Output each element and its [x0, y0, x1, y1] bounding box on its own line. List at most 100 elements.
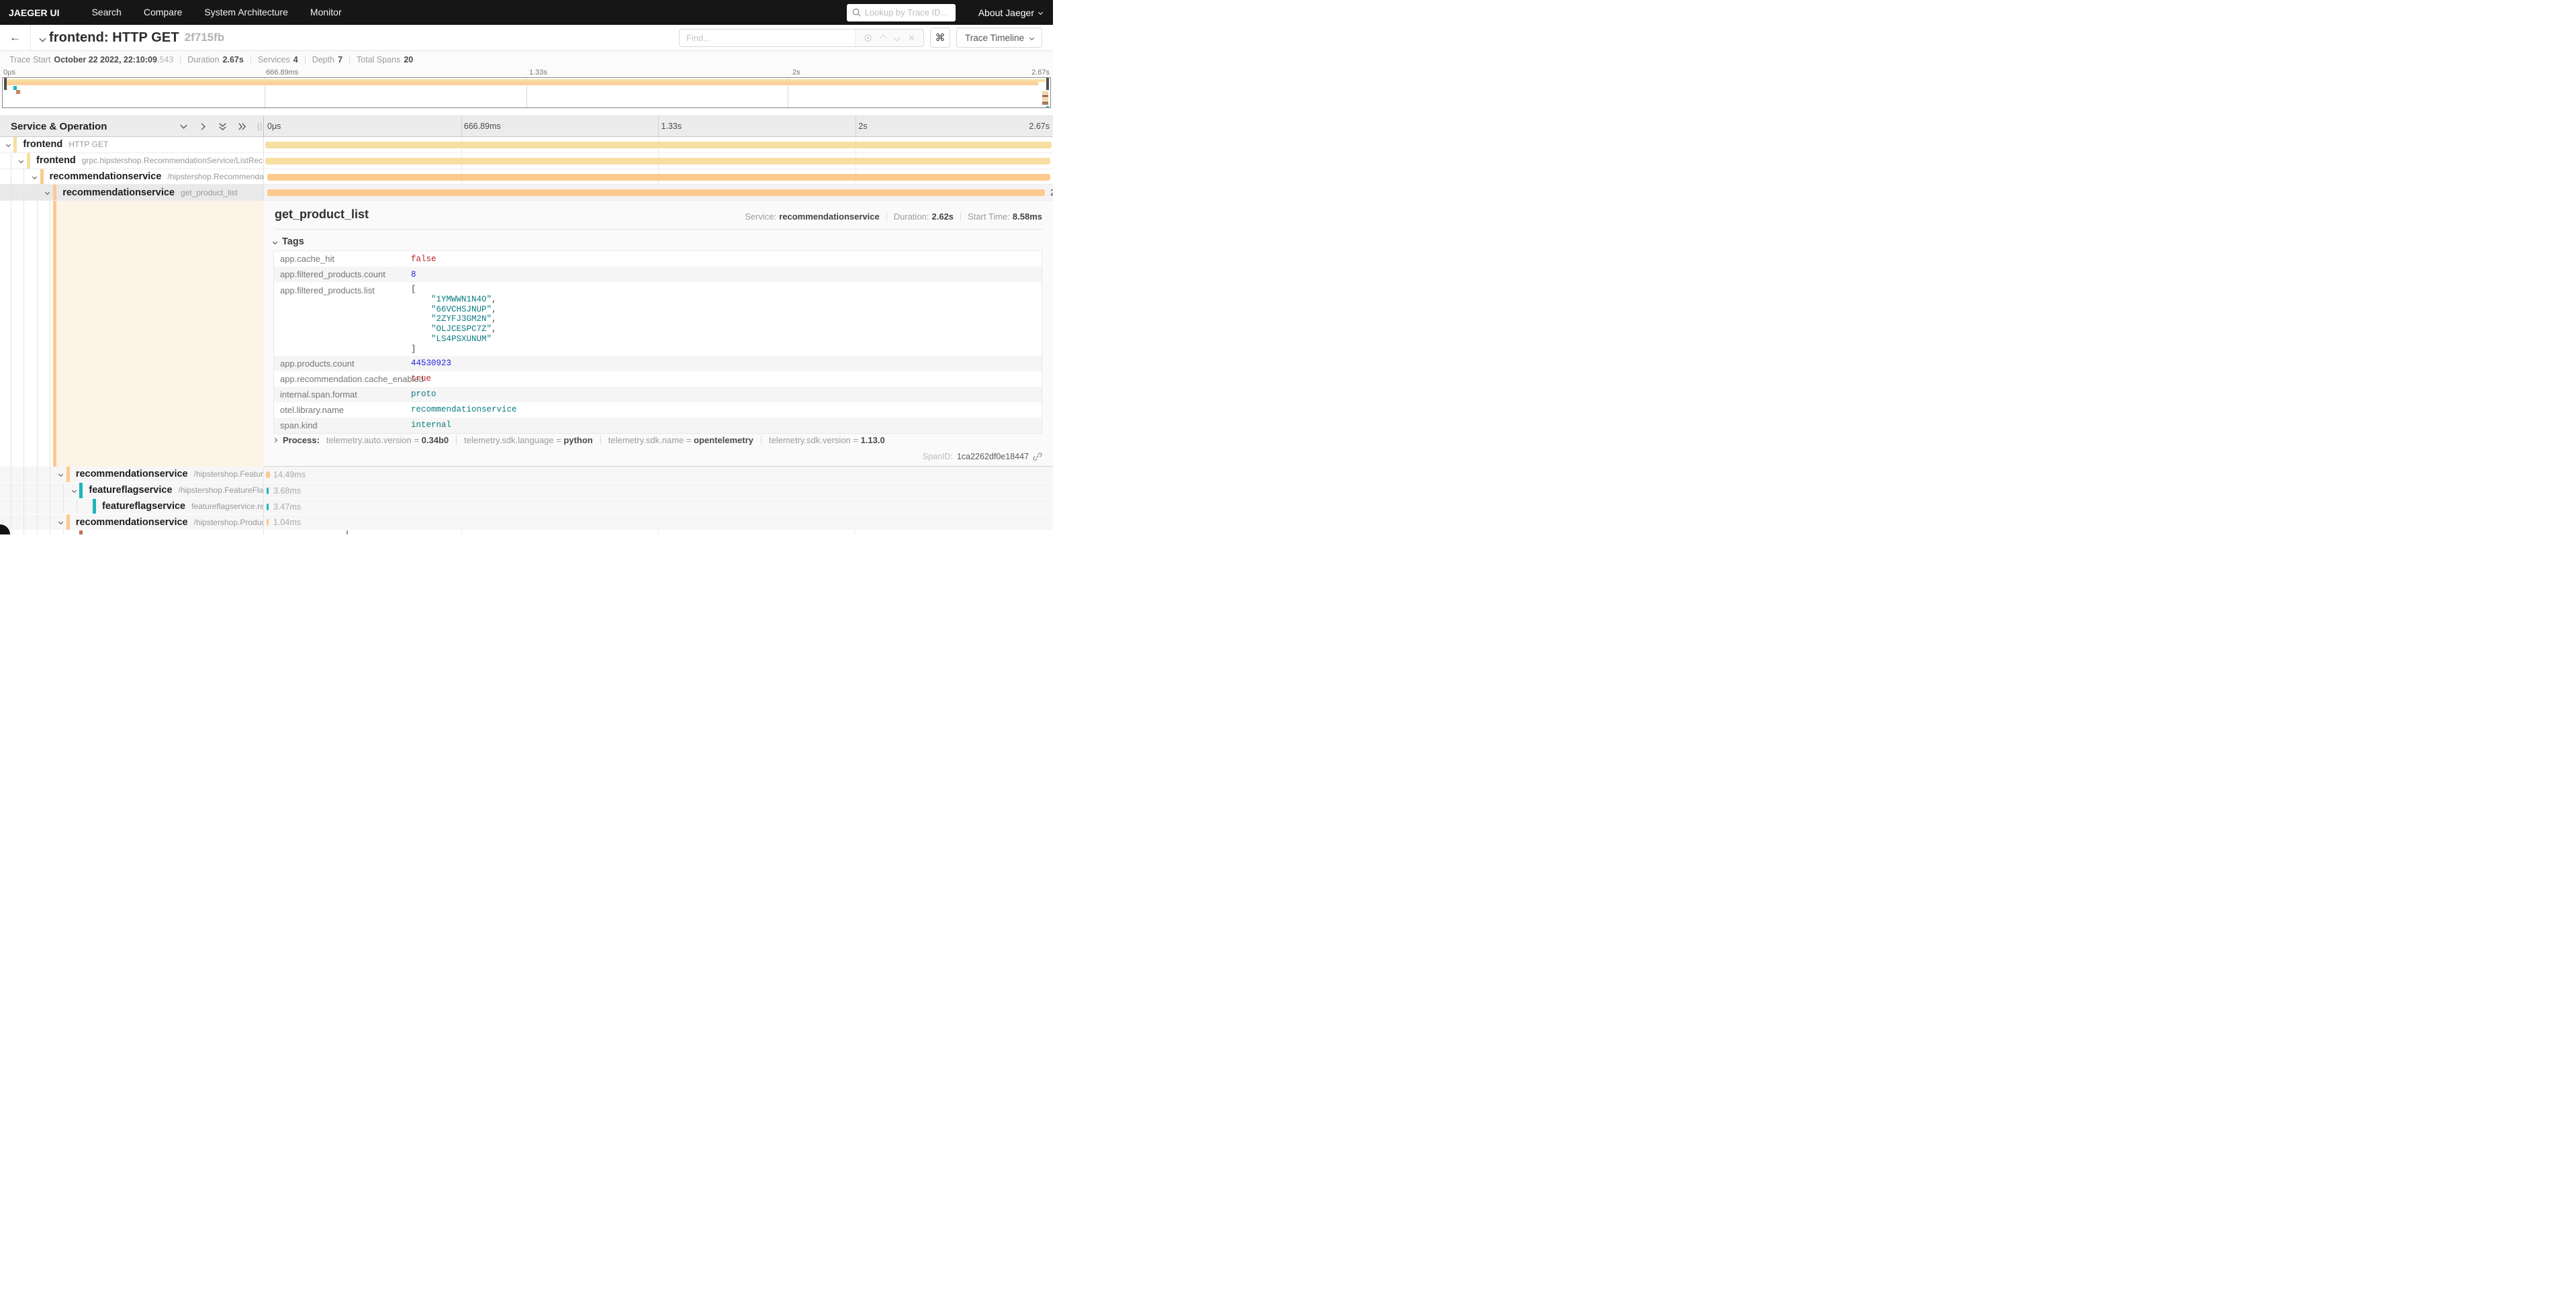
- span-tree-cell[interactable]: recommendationservice /hipstershop.Recom…: [0, 169, 264, 185]
- span-row-partial[interactable]: [0, 530, 1053, 534]
- span-bar[interactable]: [266, 471, 270, 478]
- divider: [250, 56, 251, 64]
- find-input[interactable]: [680, 30, 855, 46]
- span-expand-chevron-icon[interactable]: [58, 472, 63, 477]
- chevron-down-icon: [1029, 35, 1034, 40]
- service-name: recommendationservice: [76, 517, 188, 528]
- trace-id-lookup[interactable]: [847, 4, 956, 21]
- span-tree-cell[interactable]: recommendationservice /hipstershop.Produ…: [0, 514, 264, 530]
- trace-title: frontend: HTTP GET: [49, 30, 179, 46]
- tag-key: app.filtered_products.list: [274, 285, 408, 295]
- span-bar[interactable]: [267, 189, 1046, 196]
- find-input-group: ✕: [679, 29, 924, 47]
- tag-row[interactable]: internal.span.format proto: [274, 387, 1042, 402]
- time-tick-label: 1.33s: [661, 122, 682, 131]
- span-tree-cell[interactable]: frontend grpc.hipstershop.Recommendation…: [0, 153, 264, 169]
- span-tree-cell[interactable]: frontend HTTP GET: [0, 137, 264, 153]
- span-bar[interactable]: [267, 504, 269, 510]
- span-row[interactable]: recommendationservice /hipstershop.Produ…: [0, 514, 1053, 530]
- span-row[interactable]: featureflagservice featureflagservice.re…: [0, 499, 1053, 515]
- column-resize-handle[interactable]: [258, 123, 261, 131]
- span-expand-chevron-icon[interactable]: [32, 174, 37, 179]
- span-rows-top: frontend HTTP GET frontend grpc.hipsters…: [0, 137, 1053, 201]
- span-tree-cell[interactable]: featureflagservice /hipstershop.FeatureF…: [0, 483, 264, 499]
- nav-item-system-architecture[interactable]: System Architecture: [204, 7, 288, 17]
- back-arrow-icon: ←: [9, 31, 21, 44]
- span-timeline-cell[interactable]: 2.62s: [264, 185, 1053, 201]
- process-pairs: telemetry.auto.version = 0.34b0telemetry…: [326, 435, 885, 445]
- tags-section-toggle[interactable]: Tags: [273, 236, 304, 247]
- time-tick-label: 2.67s: [1031, 68, 1050, 77]
- collapse-one-icon[interactable]: [179, 122, 189, 132]
- trace-id-lookup-input[interactable]: [865, 7, 950, 17]
- span-bar[interactable]: [265, 158, 1050, 165]
- span-tree-cell[interactable]: recommendationservice get_product_list: [0, 185, 264, 201]
- back-button[interactable]: ←: [0, 25, 31, 50]
- span-bar[interactable]: [267, 519, 269, 526]
- span-timeline-cell[interactable]: [264, 153, 1053, 169]
- tag-row[interactable]: app.recommendation.cache_enabled true: [274, 371, 1042, 387]
- tag-row[interactable]: otel.library.name recommendationservice: [274, 402, 1042, 418]
- tags-section-label: Tags: [282, 236, 304, 247]
- span-row[interactable]: featureflagservice /hipstershop.FeatureF…: [0, 483, 1053, 499]
- expand-all-icon[interactable]: [237, 122, 247, 132]
- span-row[interactable]: frontend grpc.hipstershop.Recommendation…: [0, 153, 1053, 169]
- span-bar[interactable]: [267, 487, 269, 494]
- span-name-wrap: recommendationservice /hipstershop.Produ…: [66, 514, 263, 530]
- trace-view-dropdown[interactable]: Trace Timeline: [956, 28, 1042, 48]
- clear-find-icon[interactable]: ✕: [908, 34, 915, 42]
- nav-item-search[interactable]: Search: [91, 7, 121, 17]
- collapse-all-icon[interactable]: [218, 122, 228, 132]
- span-row[interactable]: recommendationservice /hipstershop.Recom…: [0, 169, 1053, 185]
- span-row[interactable]: recommendationservice /hipstershop.Featu…: [0, 467, 1053, 483]
- timeline-time-ruler: 0μs666.89ms1.33s2s2.67s: [264, 116, 1053, 136]
- span-name-wrap: featureflagservice /hipstershop.FeatureF…: [79, 483, 263, 498]
- nav-item-compare[interactable]: Compare: [144, 7, 183, 17]
- tag-row[interactable]: app.filtered_products.count 8: [274, 267, 1042, 282]
- minimap-span-bar: [1042, 91, 1048, 94]
- link-icon[interactable]: [1033, 452, 1042, 461]
- tag-row[interactable]: span.kind internal: [274, 418, 1042, 433]
- span-bar: [347, 530, 348, 534]
- span-row[interactable]: frontend HTTP GET: [0, 137, 1053, 153]
- app-brand[interactable]: JAEGER UI: [9, 7, 59, 18]
- span-bar[interactable]: [267, 174, 1051, 181]
- trace-minimap[interactable]: [2, 77, 1051, 108]
- process-row[interactable]: Process: telemetry.auto.version = 0.34b0…: [273, 435, 885, 445]
- indent-guide: [37, 185, 38, 200]
- span-tree-cell[interactable]: featureflagservice featureflagservice.re…: [0, 499, 264, 515]
- trace-start-fraction: .543: [157, 55, 173, 64]
- span-expand-chevron-icon[interactable]: [71, 488, 76, 493]
- span-tree-cell[interactable]: [0, 530, 264, 534]
- collapse-trace-chevron-icon[interactable]: [40, 36, 46, 42]
- keyboard-shortcuts-button[interactable]: ⌘: [930, 28, 950, 48]
- span-expand-chevron-icon[interactable]: [5, 142, 10, 147]
- tag-row[interactable]: app.cache_hit false: [274, 251, 1042, 267]
- divider: [305, 56, 306, 64]
- expand-one-icon[interactable]: [198, 122, 208, 132]
- span-timeline-cell[interactable]: [264, 137, 1053, 153]
- span-row[interactable]: recommendationservice get_product_list 2…: [0, 185, 1053, 201]
- prev-result-icon[interactable]: [880, 34, 887, 41]
- span-timeline-cell[interactable]: 14.49ms: [264, 467, 1053, 483]
- focus-target-icon[interactable]: [864, 34, 872, 42]
- span-expand-chevron-icon[interactable]: [19, 158, 24, 163]
- span-bar[interactable]: [265, 142, 1052, 148]
- span-tree-cell[interactable]: recommendationservice /hipstershop.Featu…: [0, 467, 264, 483]
- span-timeline-cell[interactable]: 3.68ms: [264, 483, 1053, 499]
- span-name-wrap: recommendationservice get_product_list: [53, 185, 238, 200]
- span-timeline-cell[interactable]: 3.47ms: [264, 499, 1053, 515]
- nav-item-monitor[interactable]: Monitor: [310, 7, 342, 17]
- span-timeline-cell[interactable]: 1.04ms: [264, 514, 1053, 530]
- minimap-scrubber-right[interactable]: [1046, 78, 1049, 90]
- span-expand-chevron-icon[interactable]: [45, 190, 50, 195]
- span-name-wrap: recommendationservice /hipstershop.Featu…: [66, 467, 263, 482]
- about-jaeger-menu[interactable]: About Jaeger: [978, 7, 1042, 18]
- next-result-icon[interactable]: [894, 34, 901, 41]
- minimap-scrubber-left[interactable]: [4, 78, 7, 90]
- tag-row[interactable]: app.products.count 44530923: [274, 356, 1042, 371]
- span-timeline-cell[interactable]: [264, 530, 1053, 534]
- span-timeline-cell[interactable]: [264, 169, 1053, 185]
- span-expand-chevron-icon[interactable]: [58, 520, 63, 524]
- tag-row[interactable]: app.filtered_products.list ["1YMWWN1N4O"…: [274, 282, 1042, 356]
